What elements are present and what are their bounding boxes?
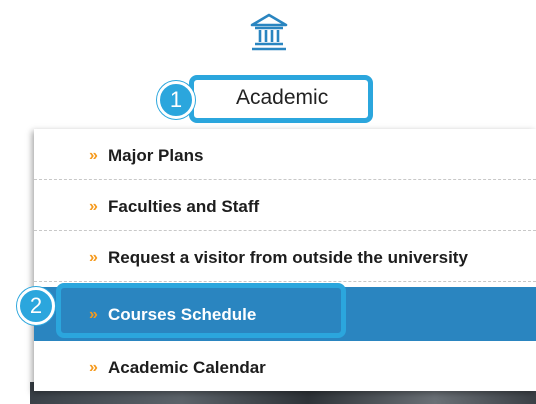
menu-item-request-visitor[interactable]: » Request a visitor from outside the uni… (34, 231, 536, 282)
chevron-right-icon: » (89, 249, 98, 266)
institution-building-icon (249, 12, 289, 52)
menu-item-major-plans[interactable]: » Major Plans (34, 129, 536, 180)
menu-item-courses-schedule[interactable]: » Courses Schedule (34, 287, 536, 341)
step-callout-1: 1 (157, 81, 195, 119)
academic-nav-link[interactable]: Academic (189, 75, 373, 123)
academic-dropdown-menu: » Major Plans » Faculties and Staff » Re… (34, 129, 536, 391)
menu-item-academic-calendar[interactable]: » Academic Calendar (34, 341, 536, 392)
menu-item-label: Request a visitor from outside the unive… (108, 248, 468, 267)
chevron-right-icon: » (89, 306, 98, 323)
menu-item-label: Academic Calendar (108, 358, 266, 377)
menu-item-faculties-and-staff[interactable]: » Faculties and Staff (34, 180, 536, 231)
academic-nav-label: Academic (236, 86, 329, 109)
chevron-right-icon: » (89, 198, 98, 215)
step-callout-2: 2 (17, 287, 55, 325)
chevron-right-icon: » (89, 147, 98, 164)
menu-item-label: Faculties and Staff (108, 197, 260, 216)
menu-item-label: Major Plans (108, 146, 204, 165)
menu-item-label: Courses Schedule (108, 305, 257, 324)
chevron-right-icon: » (89, 359, 98, 376)
